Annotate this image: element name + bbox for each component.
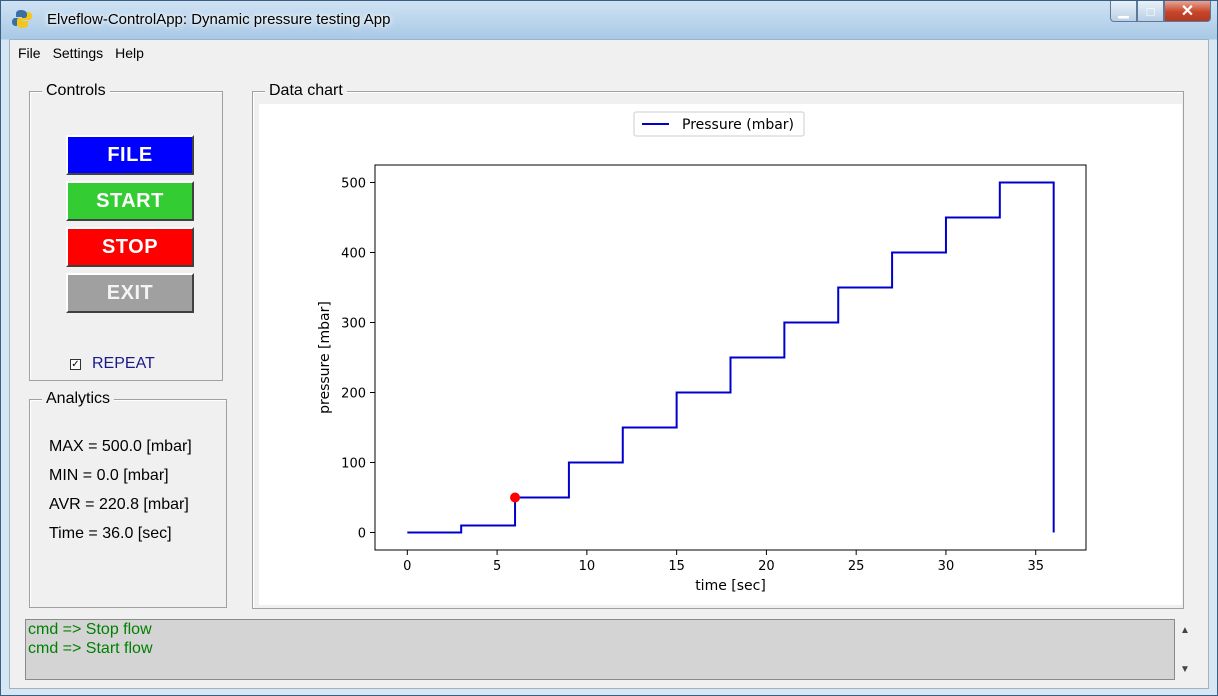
pressure-chart: Pressure (mbar) pressure [mbar] time [se… [317,111,1087,594]
y-tick-label: 500 [341,177,366,192]
min-value: MIN = 0.0 [mbar] [49,467,169,484]
close-icon: ✕ [1180,3,1195,20]
y-axis-label: pressure [mbar] [317,301,333,414]
minimize-icon: ▁ [1118,3,1129,18]
console-line: cmd => Start flow [28,640,153,657]
python-icon [12,10,32,28]
avr-value: AVR = 220.8 [mbar] [49,496,189,513]
controls-group: Controls FILE START STOP EXIT ✓ REPEAT [29,82,223,381]
console-output[interactable]: cmd => Stop flow cmd => Start flow [25,619,1175,680]
scroll-down-icon[interactable]: ▼ [1180,664,1190,675]
x-tick-label: 15 [668,559,685,574]
client-area: File Settings Help Controls FILE START S… [9,39,1209,689]
y-tick-label: 100 [341,457,366,472]
x-tick-label: 30 [938,559,955,574]
close-button[interactable]: ✕ [1164,1,1211,22]
chart-legend: Pressure (mbar) [633,111,805,137]
window-title: Elveflow-ControlApp: Dynamic pressure te… [47,11,391,28]
y-tick-label: 0 [358,527,366,542]
analytics-group: Analytics MAX = 500.0 [mbar] MIN = 0.0 [… [29,390,227,608]
time-value: Time = 36.0 [sec] [49,525,172,542]
y-tick-label: 400 [341,247,366,262]
x-axis-label: time [sec] [695,578,766,594]
menu-help[interactable]: Help [111,45,148,61]
x-tick-label: 0 [403,559,411,574]
repeat-checkbox-row[interactable]: ✓ REPEAT [70,355,155,373]
minimize-button[interactable]: ▁ [1110,1,1137,22]
app-window: Elveflow-ControlApp: Dynamic pressure te… [0,0,1218,696]
menu-file[interactable]: File [14,45,45,61]
repeat-label: REPEAT [92,355,155,372]
chart-area: Pressure (mbar) pressure [mbar] time [se… [259,104,1182,605]
start-button[interactable]: START [66,181,194,221]
y-tick-label: 300 [341,317,366,332]
window-controls: ▁ □ ✕ [1110,1,1211,23]
x-tick-label: 20 [758,559,775,574]
title-bar[interactable]: Elveflow-ControlApp: Dynamic pressure te… [1,1,1217,39]
controls-title: Controls [42,82,110,100]
console-line: cmd => Stop flow [28,621,152,638]
data-chart-title: Data chart [265,82,347,100]
maximize-button[interactable]: □ [1137,1,1164,22]
x-tick-label: 35 [1027,559,1044,574]
stop-button[interactable]: STOP [66,227,194,267]
max-value: MAX = 500.0 [mbar] [49,438,192,455]
exit-button[interactable]: EXIT [66,273,194,313]
repeat-checkbox[interactable]: ✓ [70,358,81,370]
menu-bar: File Settings Help [10,40,1208,66]
menu-settings[interactable]: Settings [49,45,108,61]
x-tick-label: 10 [579,559,596,574]
x-tick-label: 25 [848,559,865,574]
pressure-series-line [407,181,1055,534]
y-tick-label: 200 [341,387,366,402]
current-point-marker [510,492,521,503]
maximize-icon: □ [1146,3,1155,19]
analytics-title: Analytics [42,390,115,408]
file-button[interactable]: FILE [66,135,194,175]
legend-label: Pressure (mbar) [682,117,794,133]
x-tick-label: 5 [493,559,501,574]
scroll-up-icon[interactable]: ▲ [1180,625,1190,636]
